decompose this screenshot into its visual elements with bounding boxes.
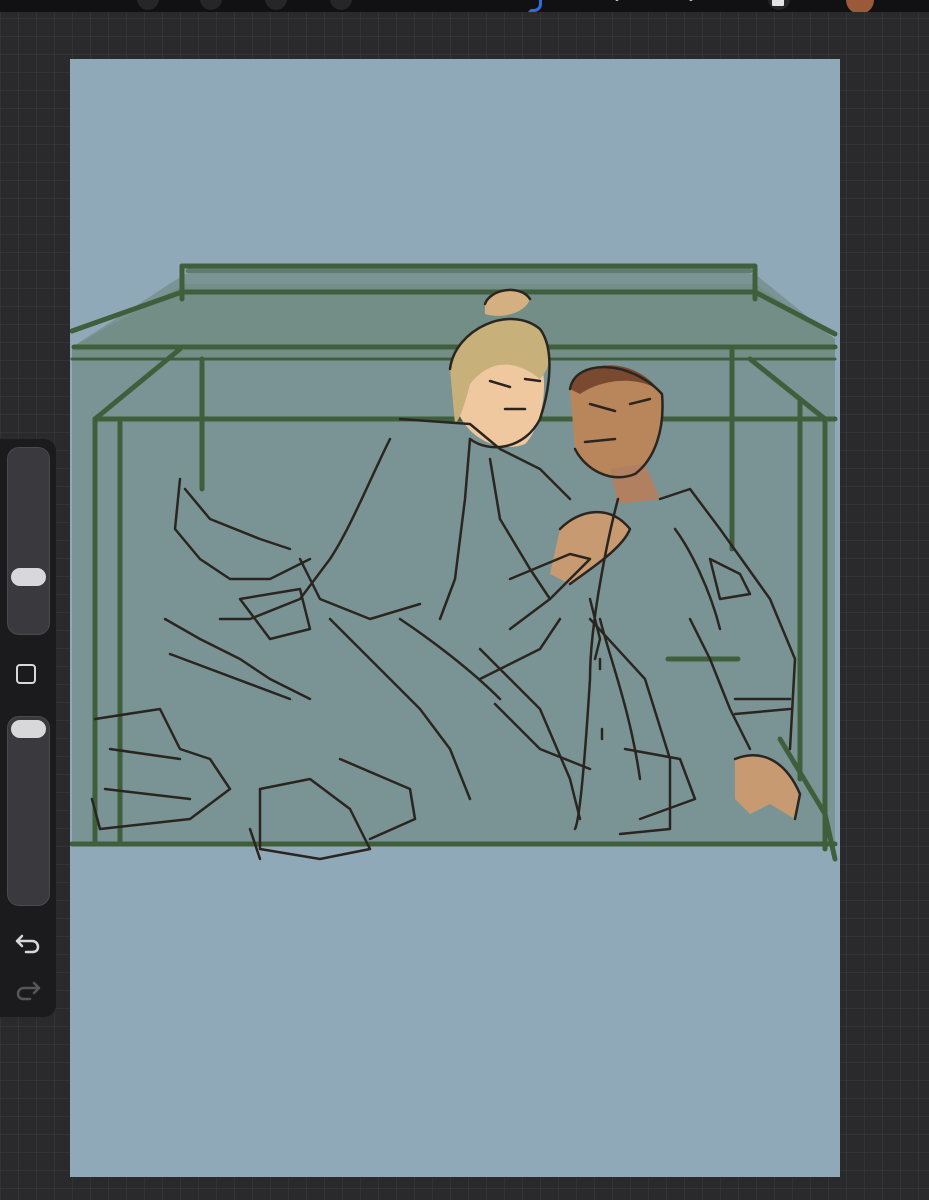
smudge-icon[interactable] [610,0,632,10]
gallery-icon[interactable] [137,0,159,10]
top-toolbar [0,0,929,12]
adjustments-icon[interactable] [200,0,222,10]
brush-size-slider[interactable] [7,447,50,635]
color-icon[interactable] [846,0,874,12]
undo-arrow-icon[interactable] [14,930,42,954]
drawing-canvas[interactable] [70,59,840,1177]
brush-icon[interactable] [528,0,542,12]
side-panel [0,439,56,1017]
opacity-thumb[interactable] [11,720,46,738]
brush-size-thumb[interactable] [11,567,46,586]
redo-arrow-icon[interactable] [14,977,42,1001]
artwork [70,263,838,862]
square-icon[interactable] [16,664,36,684]
transform-icon[interactable] [330,0,352,10]
opacity-slider[interactable] [7,716,50,906]
eraser-icon[interactable] [684,0,706,10]
layers-icon[interactable] [768,0,790,10]
selection-icon[interactable] [265,0,287,10]
